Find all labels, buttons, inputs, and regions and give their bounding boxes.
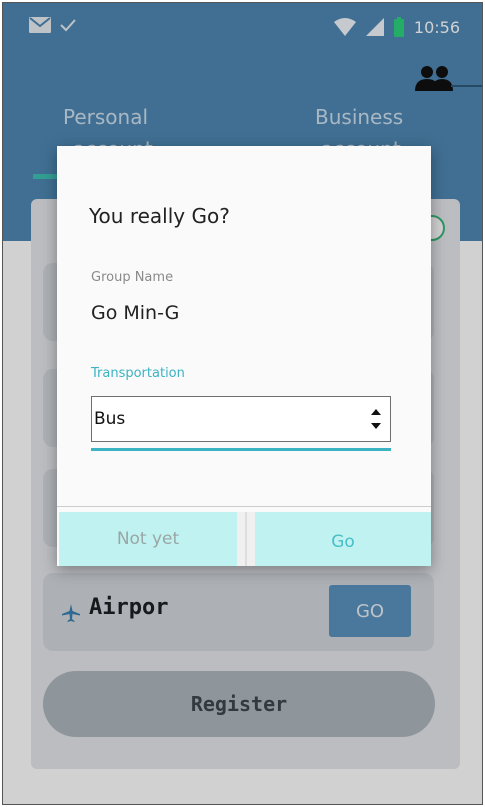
button-divider — [245, 512, 247, 566]
app-screen: 10:56 Personal account Business account … — [2, 2, 483, 805]
dialog-title: You really Go? — [89, 204, 230, 228]
group-name-value: Go Min-G — [91, 302, 180, 324]
go-confirm-button[interactable]: Go — [255, 512, 431, 566]
transportation-select[interactable]: Bus — [91, 396, 391, 442]
transportation-label: Transportation — [91, 366, 185, 381]
transportation-value: Bus — [94, 409, 126, 429]
confirm-dialog: You really Go? Group Name Go Min-G Trans… — [57, 146, 431, 566]
dialog-divider — [57, 506, 431, 507]
not-yet-button[interactable]: Not yet — [59, 512, 237, 566]
select-arrows-icon — [371, 409, 381, 429]
select-underline — [91, 448, 391, 451]
group-name-label: Group Name — [91, 270, 174, 285]
